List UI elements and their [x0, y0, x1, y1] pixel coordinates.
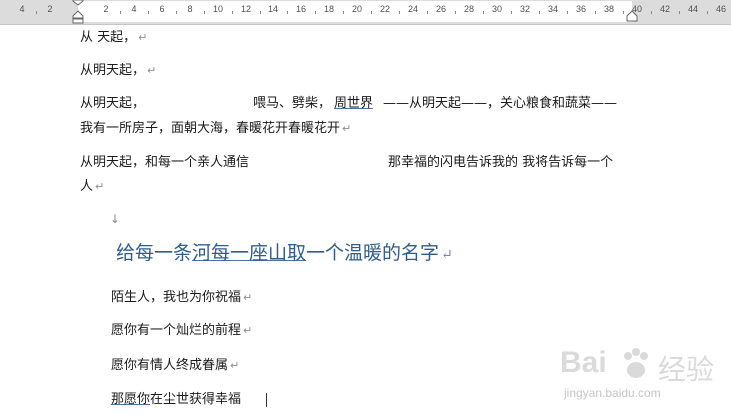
- ruler-tick: [539, 11, 540, 14]
- doc-line-4[interactable]: 我有一所房子，面朝大海，春暖花开春暖花开 ↵: [80, 121, 351, 137]
- ruler-tick-label: 42: [659, 4, 671, 14]
- heading-text-c: 一个温暖的名字: [306, 242, 440, 264]
- ruler-tick: [260, 11, 261, 14]
- paragraph-mark-icon: ↵: [138, 31, 148, 44]
- paragraph-mark-icon: ↵: [147, 64, 157, 77]
- line-text: 愿你有情人终成眷属: [111, 358, 229, 373]
- line-text-b: 那幸福的闪电告诉我的 我将告诉每一个: [388, 155, 614, 170]
- ruler-tick: [567, 11, 568, 14]
- ruler-tick: [120, 11, 121, 14]
- ruler-tick: [651, 11, 652, 14]
- line-text: 在尘世获得幸福: [150, 392, 242, 407]
- ruler-tick: [343, 11, 344, 14]
- ruler-tick: [511, 11, 512, 14]
- ruler-tick-label: 26: [435, 4, 447, 14]
- heading-text-a: 给每一条: [116, 242, 193, 264]
- paragraph-mark-icon: ↵: [243, 324, 253, 337]
- doc-line-6[interactable]: 人 ↵: [80, 179, 104, 195]
- text-cursor: [266, 393, 267, 407]
- watermark-brand-cn: 经验: [658, 353, 715, 386]
- ruler-tick: [148, 11, 149, 14]
- ruler-tick-label: 34: [547, 4, 559, 14]
- line-text-underlined: 那愿你: [111, 392, 151, 407]
- ruler-tick: [204, 11, 205, 14]
- ruler-tick-label: 8: [187, 4, 193, 14]
- line-text: 我有一所房子，面朝大海，春暖花开春暖花开: [80, 121, 341, 136]
- ruler-tick-label: 32: [519, 4, 531, 14]
- right-indent-marker[interactable]: [626, 10, 638, 22]
- ruler-tick-label: 46: [715, 4, 727, 14]
- line-text-underlined: 周世界: [334, 96, 374, 111]
- ruler-tick-label: 28: [463, 4, 475, 14]
- ruler-tick: [623, 11, 624, 14]
- ruler-tick-label: 14: [267, 4, 279, 14]
- watermark-url: jingyan.baidu.com: [564, 386, 661, 400]
- left-indent-marker[interactable]: [72, 10, 84, 24]
- ruler-tick: [455, 11, 456, 14]
- doc-paragraph-1[interactable]: 陌生人，我也为你祝福 ↵: [111, 290, 252, 306]
- ruler-tick-label: 2: [47, 4, 53, 14]
- paragraph-mark-icon: ↵: [243, 291, 253, 304]
- ruler-tick-label: 4: [19, 4, 25, 14]
- ruler-tick-label: 24: [407, 4, 419, 14]
- ruler-tick: [287, 11, 288, 14]
- line-text: 从 天起，: [80, 30, 137, 45]
- ruler-tick-label: 44: [687, 4, 699, 14]
- ruler-tick: [315, 11, 316, 14]
- paragraph-mark-icon: ↵: [441, 247, 453, 263]
- ruler-tick: [176, 11, 177, 14]
- ruler-tick: [399, 11, 400, 14]
- doc-paragraph-4[interactable]: 那愿你在尘世获得幸福: [111, 392, 241, 408]
- heading-text-underlined: 河每一座山取: [192, 242, 307, 264]
- ruler-tick-label: 18: [323, 4, 335, 14]
- heading-line[interactable]: 给每一条河每一座山取一个温暖的名字 ↵: [116, 242, 453, 266]
- baidu-watermark: Bai 经验 jingyan.baidu.com: [560, 346, 720, 406]
- ruler-tick-label: 10: [212, 4, 224, 14]
- line-text-a: 从明天起，和每一个亲人通信: [80, 155, 250, 170]
- ruler-tick-label: 22: [379, 4, 391, 14]
- horizontal-ruler[interactable]: 4 2 2 4 6 8 10 12 14 16 18 20 22 24 26 28 30 32 34 36 38 40 42…: [0, 0, 731, 25]
- doc-line-2[interactable]: 从明天起， ↵: [80, 63, 156, 79]
- ruler-tick: [371, 11, 372, 14]
- doc-line-5[interactable]: 从明天起，和每一个亲人通信 那幸福的闪电告诉我的 我将告诉每一个: [80, 155, 640, 171]
- line-text: 人: [80, 179, 94, 194]
- ruler-tick: [232, 11, 233, 14]
- ruler-tick: [483, 11, 484, 14]
- ruler-tick: [427, 11, 428, 14]
- ruler-tick-label: 4: [131, 4, 137, 14]
- line-text: 陌生人，我也为你祝福: [111, 290, 242, 305]
- ruler-tick-label: 16: [295, 4, 307, 14]
- ruler-tick-label: 36: [575, 4, 587, 14]
- paragraph-mark-icon: ↵: [342, 122, 352, 135]
- paw-icon: [618, 346, 654, 386]
- doc-line-3[interactable]: 从明天起， 喂马、劈柴， 周世界 ——从明天起——，关心粮食和蔬菜——: [80, 96, 640, 112]
- doc-paragraph-2[interactable]: 愿你有一个灿烂的前程 ↵: [111, 323, 252, 339]
- down-arrow-icon: ↓: [110, 212, 121, 226]
- ruler-tick-label: 38: [603, 4, 615, 14]
- paragraph-mark-icon: ↵: [230, 359, 240, 372]
- ruler-tick: [595, 11, 596, 14]
- ruler-tick-label: 2: [103, 4, 109, 14]
- first-line-indent-marker[interactable]: [72, 0, 84, 6]
- line-text: 愿你有一个灿烂的前程: [111, 323, 242, 338]
- doc-paragraph-3[interactable]: 愿你有情人终成眷属 ↵: [111, 358, 239, 374]
- ruler-tick-label: 6: [159, 4, 165, 14]
- ruler-tick: [679, 11, 680, 14]
- line-text-b: 喂马、劈柴，: [253, 96, 332, 111]
- line-text-a: 从明天起，: [80, 96, 146, 111]
- ruler-tick: [36, 11, 37, 14]
- paragraph-mark-icon: ↵: [95, 180, 105, 193]
- line-text: 从明天起，: [80, 63, 146, 78]
- ruler-tick-label: 12: [240, 4, 252, 14]
- ruler-tick: [707, 11, 708, 14]
- doc-line-1[interactable]: 从 天起， ↵: [80, 30, 147, 46]
- ruler-tick-label: 20: [351, 4, 363, 14]
- watermark-brand: Bai: [560, 346, 607, 379]
- ruler-tick-label: 30: [491, 4, 503, 14]
- line-text-d: ——从明天起——，关心粮食和蔬菜——: [383, 96, 618, 111]
